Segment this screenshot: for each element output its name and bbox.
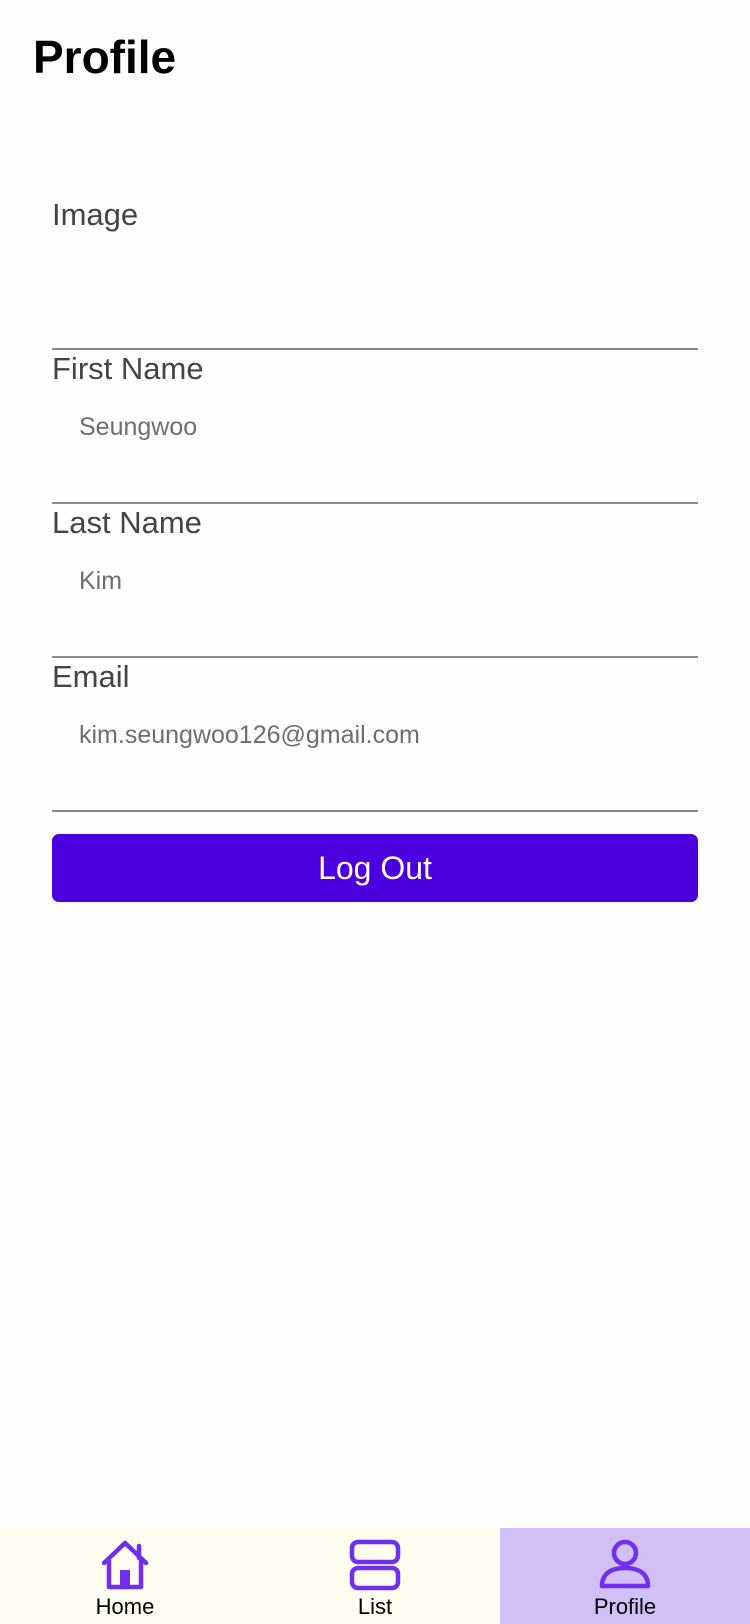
email-label: Email — [52, 659, 130, 694]
email-input[interactable] — [52, 710, 698, 760]
tab-home-label: Home — [95, 1594, 155, 1619]
tab-list[interactable]: List — [250, 1528, 500, 1624]
last-name-input[interactable] — [52, 556, 698, 606]
tab-profile-label: Profile — [593, 1594, 657, 1619]
tab-list-label: List — [357, 1594, 393, 1619]
email-field: Email — [52, 658, 698, 812]
image-input[interactable] — [52, 248, 698, 298]
person-icon — [599, 1539, 651, 1589]
log-out-button[interactable]: Log Out — [52, 834, 698, 902]
last-name-field: Last Name — [52, 504, 698, 658]
page-title: Profile — [33, 31, 177, 83]
home-icon — [101, 1540, 149, 1590]
list-icon — [349, 1539, 401, 1591]
bottom-tab-bar: Home List Profile — [0, 1528, 750, 1624]
image-field-label: Image — [52, 197, 139, 232]
last-name-label: Last Name — [52, 505, 202, 540]
image-field: Image — [52, 196, 698, 350]
tab-profile[interactable]: Profile — [500, 1528, 750, 1624]
first-name-label: First Name — [52, 351, 204, 386]
tab-home[interactable]: Home — [0, 1528, 250, 1624]
first-name-field: First Name — [52, 350, 698, 504]
first-name-input[interactable] — [52, 402, 698, 452]
